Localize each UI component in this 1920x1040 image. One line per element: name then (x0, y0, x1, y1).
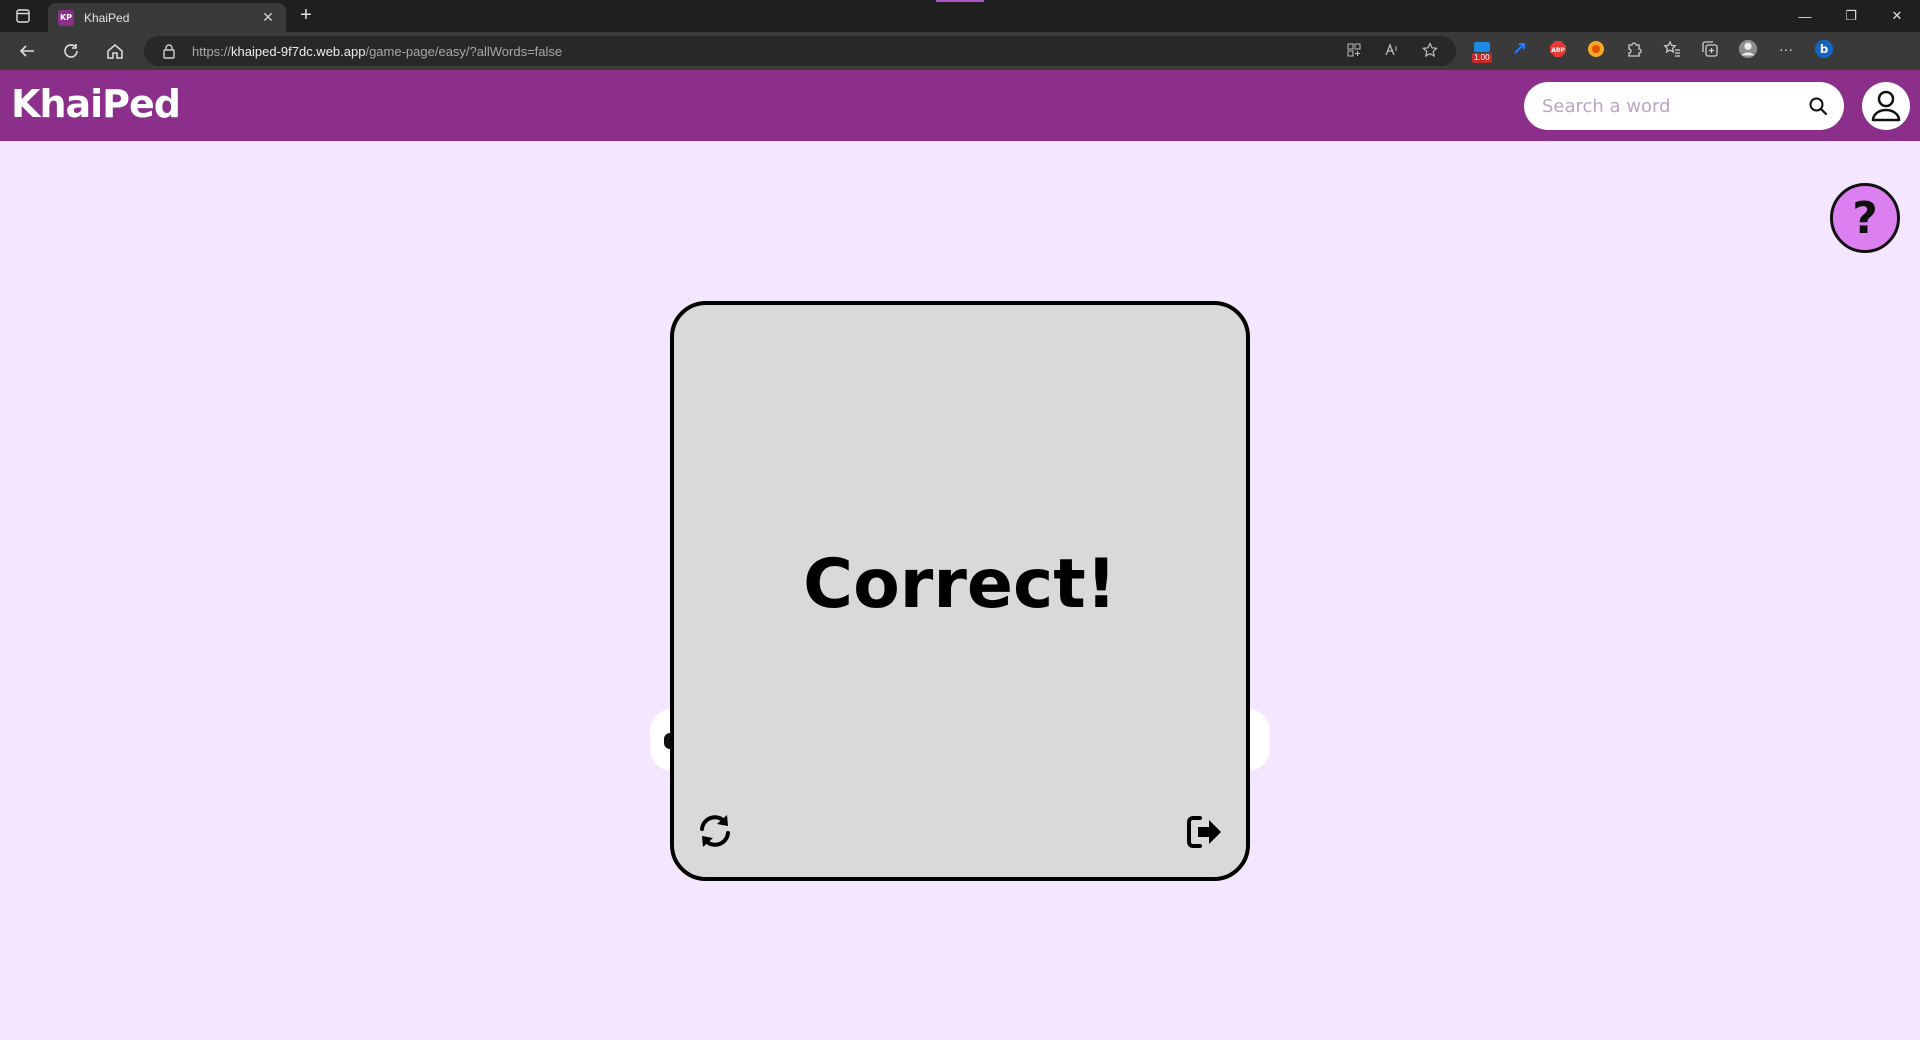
close-window-button[interactable]: ✕ (1874, 0, 1920, 32)
svg-text:ABP: ABP (1551, 47, 1565, 54)
adblock-icon[interactable]: ABP (1548, 39, 1568, 59)
result-message: Correct! (803, 545, 1117, 624)
extension-honey-icon[interactable] (1586, 39, 1606, 59)
url-text[interactable]: https://khaiped-9f7dc.web.app/game-page/… (192, 44, 562, 59)
help-button[interactable]: ? (1830, 183, 1900, 253)
search-box (1524, 82, 1844, 130)
tab-close-icon[interactable]: ✕ (260, 9, 276, 26)
more-menu-icon[interactable]: ··· (1776, 39, 1796, 59)
favorites-icon[interactable] (1662, 39, 1682, 59)
url-path: /game-page/easy/?allWords=false (365, 44, 563, 59)
khaiped-logo[interactable]: KhaiPed (11, 82, 181, 126)
favorite-star-icon[interactable] (1422, 42, 1438, 63)
refresh-icon[interactable] (58, 39, 84, 63)
tab-actions-icon[interactable] (12, 6, 34, 26)
khaiped-favicon-icon: KP (58, 9, 74, 26)
tab-title: KhaiPed (84, 10, 130, 25)
restore-button[interactable]: ❐ (1828, 0, 1874, 32)
url-scheme: https:// (192, 44, 232, 59)
browser-profile-avatar[interactable] (1738, 39, 1758, 59)
extensions-bar: 1.00 ABP ··· b (1472, 39, 1834, 63)
read-aloud-icon[interactable] (1384, 42, 1400, 63)
restart-icon[interactable] (696, 812, 734, 855)
browser-tab-bar: KP KhaiPed ✕ + — ❐ ✕ (0, 0, 1920, 32)
svg-text:b: b (1820, 42, 1828, 56)
window-controls: — ❐ ✕ (1782, 0, 1920, 32)
home-icon[interactable] (102, 39, 128, 63)
lock-icon[interactable] (162, 43, 176, 64)
search-input[interactable] (1540, 92, 1790, 120)
game-page: ? Correct! (0, 141, 1920, 1040)
url-host: khaiped-9f7dc.web.app (231, 44, 366, 59)
exit-icon[interactable] (1186, 814, 1224, 855)
extension-badge: 1.00 (1472, 53, 1492, 63)
user-profile-button[interactable] (1862, 82, 1910, 130)
extension-arrow-icon[interactable] (1510, 39, 1530, 59)
user-icon (1871, 90, 1901, 122)
back-icon[interactable] (14, 39, 40, 63)
new-tab-button[interactable]: + (294, 5, 318, 27)
browser-toolbar: https://khaiped-9f7dc.web.app/game-page/… (0, 32, 1920, 70)
app-header: KhaiPed (0, 70, 1920, 141)
result-card: Correct! (670, 301, 1250, 881)
search-icon[interactable] (1808, 96, 1828, 121)
minimize-button[interactable]: — (1782, 0, 1828, 32)
collections-icon[interactable] (1700, 39, 1720, 59)
extensions-puzzle-icon[interactable] (1624, 39, 1644, 59)
extension-speed-icon[interactable]: 1.00 (1472, 39, 1492, 63)
tab-strip-indicator (936, 0, 984, 2)
app-available-icon[interactable] (1346, 42, 1362, 63)
address-bar-actions (1346, 42, 1438, 63)
browser-tab[interactable]: KP KhaiPed ✕ (48, 3, 286, 32)
bing-copilot-icon[interactable]: b (1814, 39, 1834, 59)
address-bar[interactable]: https://khaiped-9f7dc.web.app/game-page/… (144, 36, 1456, 66)
